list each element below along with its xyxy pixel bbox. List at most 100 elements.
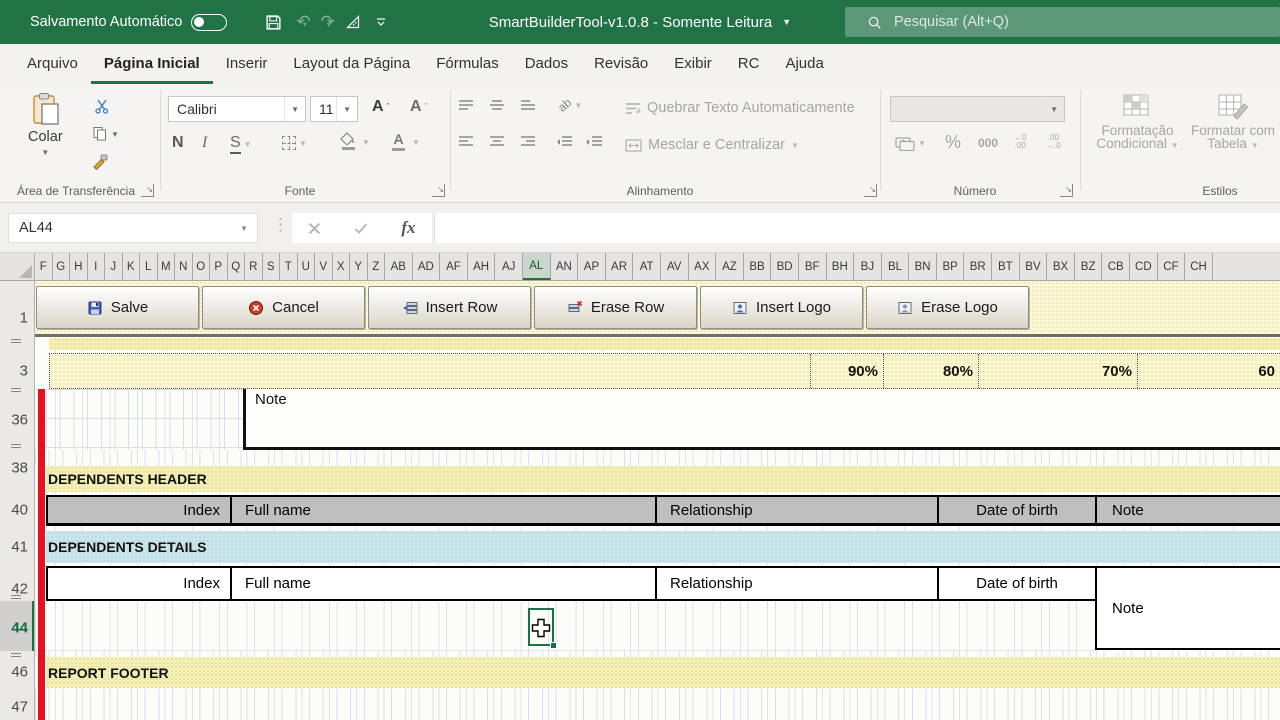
conditional-formatting-button[interactable]: Formatação Condicional ▼ — [1095, 94, 1180, 150]
name-box[interactable]: AL44 ▼ — [8, 213, 258, 243]
decrease-indent-button[interactable] — [556, 136, 573, 148]
row-header-41[interactable]: 41 — [11, 539, 28, 556]
tab-dados[interactable]: Dados — [512, 44, 581, 84]
redo-button[interactable]: ↷▾ — [321, 13, 335, 32]
row-header-47[interactable]: 47 — [11, 699, 28, 716]
search-box[interactable]: Pesquisar (Alt+Q) — [845, 7, 1280, 37]
details-cell-relationship[interactable]: Relationship — [655, 568, 937, 599]
font-color-button[interactable]: A — [392, 132, 405, 151]
column-header-BT[interactable]: BT — [992, 253, 1020, 280]
row-44-cells[interactable] — [35, 601, 1095, 651]
dependents-header-band[interactable]: DEPENDENTS HEADER — [46, 466, 1280, 492]
tab-inserir[interactable]: Inserir — [213, 44, 281, 84]
header-cell-relationship[interactable]: Relationship — [655, 497, 937, 523]
column-header-CH[interactable]: CH — [1185, 253, 1213, 280]
column-header-G[interactable]: G — [53, 253, 70, 280]
salve-button[interactable]: Salve — [36, 286, 199, 329]
column-header-AX[interactable]: AX — [689, 253, 717, 280]
align-center-button[interactable] — [489, 136, 505, 148]
column-header-T[interactable]: T — [280, 253, 298, 280]
font-name-combo[interactable]: Calibri ▼ — [168, 96, 306, 122]
sheet-grid[interactable]: Salve Cancel Insert Row Erase Row Insert… — [0, 281, 1280, 720]
note-box-cell[interactable]: Note — [243, 389, 1280, 450]
column-header-BB[interactable]: BB — [744, 253, 772, 280]
insert-row-button[interactable]: Insert Row — [368, 286, 531, 329]
cut-button[interactable] — [94, 98, 110, 114]
fill-color-chevron[interactable]: ▼ — [362, 138, 370, 147]
column-header-BN[interactable]: BN — [909, 253, 937, 280]
borders-button[interactable]: ▼ — [282, 136, 307, 150]
column-header-BL[interactable]: BL — [882, 253, 910, 280]
tab-pagina-inicial[interactable]: Página Inicial — [91, 44, 213, 84]
format-as-table-button[interactable]: Formatar com Tabela ▼ — [1188, 94, 1278, 150]
column-header-H[interactable]: H — [70, 253, 88, 280]
merge-center-button[interactable]: Mesclar e Centralizar ▼ — [625, 137, 799, 153]
selected-cell-AL44[interactable] — [528, 608, 557, 649]
column-header-AR[interactable]: AR — [606, 253, 634, 280]
header-cell-note[interactable]: Note — [1095, 497, 1280, 523]
align-middle-button[interactable] — [489, 100, 505, 112]
percent-style-button[interactable]: % — [945, 132, 961, 153]
column-header-BH[interactable]: BH — [827, 253, 855, 280]
column-header-AV[interactable]: AV — [661, 253, 689, 280]
accounting-format-button[interactable]: ▼ — [895, 136, 926, 151]
dependents-details-band[interactable]: DEPENDENTS DETAILS — [46, 531, 1280, 563]
column-header-AJ[interactable]: AJ — [495, 253, 523, 280]
column-header-N[interactable]: N — [175, 253, 193, 280]
pen-ruler-button[interactable] — [345, 14, 361, 30]
column-header-AN[interactable]: AN — [551, 253, 579, 280]
alignment-dialog-launcher[interactable]: ↘ — [864, 184, 877, 197]
copy-button[interactable]: ▼ — [92, 126, 119, 142]
column-header-Z[interactable]: Z — [368, 253, 385, 280]
percent-cell-90[interactable]: 90% — [810, 354, 883, 388]
report-footer-band[interactable]: REPORT FOOTER — [46, 657, 1280, 688]
tab-layout-da-pagina[interactable]: Layout da Página — [280, 44, 423, 84]
comma-style-button[interactable]: 000 — [978, 136, 998, 150]
column-header-X[interactable]: X — [333, 253, 350, 280]
column-header-AP[interactable]: AP — [578, 253, 606, 280]
column-header-V[interactable]: V — [315, 253, 333, 280]
percent-cell-60[interactable]: 60 — [1137, 354, 1280, 388]
column-header-M[interactable]: M — [158, 253, 175, 280]
save-button[interactable] — [265, 14, 282, 31]
cancel-entry-icon[interactable] — [308, 222, 321, 235]
erase-logo-button[interactable]: Erase Logo — [866, 286, 1029, 329]
erase-row-button[interactable]: Erase Row — [534, 286, 697, 329]
number-format-combo[interactable]: ▼ — [890, 96, 1065, 122]
shrink-font-button[interactable]: Aˇ — [410, 98, 428, 116]
column-header-S[interactable]: S — [263, 253, 280, 280]
details-cell-note[interactable]: Note — [1095, 566, 1280, 650]
column-header-CD[interactable]: CD — [1130, 253, 1158, 280]
column-header-AB[interactable]: AB — [385, 253, 413, 280]
details-cell-index[interactable]: Index — [48, 568, 230, 599]
insert-logo-button[interactable]: Insert Logo — [700, 286, 863, 329]
tab-exibir[interactable]: Exibir — [661, 44, 725, 84]
bold-button[interactable]: N — [172, 134, 184, 152]
column-header-CB[interactable]: CB — [1102, 253, 1131, 280]
clipboard-dialog-launcher[interactable]: ↘ — [141, 184, 154, 197]
column-header-BD[interactable]: BD — [771, 253, 799, 280]
column-header-BJ[interactable]: BJ — [854, 253, 882, 280]
column-header-Q[interactable]: Q — [228, 253, 245, 280]
row-header-44[interactable]: 44 — [11, 620, 28, 637]
column-header-O[interactable]: O — [193, 253, 210, 280]
tab-revisao[interactable]: Revisão — [581, 44, 661, 84]
increase-indent-button[interactable] — [586, 136, 603, 148]
column-header-AZ[interactable]: AZ — [716, 253, 744, 280]
percent-cell-empty[interactable] — [50, 354, 810, 388]
number-dialog-launcher[interactable]: ↘ — [1060, 184, 1073, 197]
undo-button[interactable]: ↶▾ — [296, 13, 310, 32]
autosave-toggle[interactable] — [191, 13, 228, 31]
insert-function-icon[interactable]: fx — [401, 218, 415, 238]
tab-arquivo[interactable]: Arquivo — [14, 44, 91, 84]
fill-color-button[interactable] — [340, 132, 356, 150]
column-header-J[interactable]: J — [105, 253, 123, 280]
column-header-BR[interactable]: BR — [964, 253, 993, 280]
column-header-AH[interactable]: AH — [468, 253, 496, 280]
row-header-3[interactable]: 3 — [20, 363, 28, 380]
column-header-U[interactable]: U — [298, 253, 315, 280]
column-header-P[interactable]: P — [210, 253, 228, 280]
enter-entry-icon[interactable] — [354, 222, 368, 235]
wrap-text-button[interactable]: Quebrar Texto Automaticamente — [625, 100, 855, 116]
row-header-40[interactable]: 40 — [11, 502, 28, 519]
